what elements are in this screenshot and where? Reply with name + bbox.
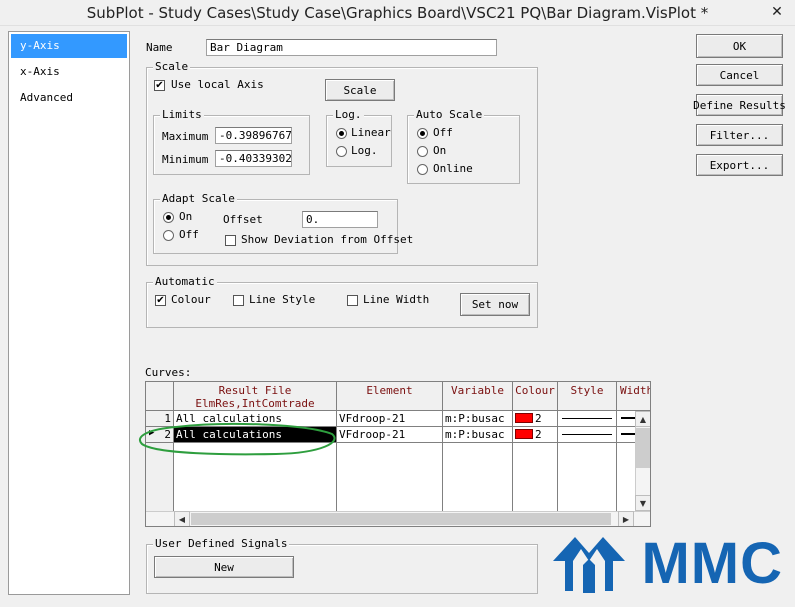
curves-label: Curves: — [145, 366, 192, 379]
name-input[interactable]: Bar Diagram — [206, 39, 497, 56]
table-cell-width[interactable] — [617, 411, 636, 427]
auto-scale-off-label: Off — [433, 126, 453, 139]
close-icon[interactable]: ✕ — [765, 1, 789, 23]
nav-item-x-axis[interactable]: x-Axis — [11, 60, 127, 84]
adapt-scale-group-title: Adapt Scale — [160, 192, 237, 205]
auto-scale-online-radio[interactable] — [417, 164, 428, 175]
minimum-input[interactable]: -0.403393021 — [215, 150, 292, 167]
column-header-width[interactable]: Width — [617, 382, 650, 411]
user-defined-signals-title: User Defined Signals — [153, 537, 290, 550]
export-button[interactable]: Export... — [696, 154, 783, 176]
show-deviation-checkbox[interactable] — [225, 235, 236, 246]
table-cell-variable[interactable]: m:P:busac — [443, 411, 513, 427]
colour-value: 2 — [535, 412, 542, 425]
result-file-header-line2: ElmRes,IntComtrade — [195, 397, 315, 410]
nav-item-advanced[interactable]: Advanced — [11, 86, 127, 110]
log-linear-label: Linear — [351, 126, 391, 139]
table-cell-style[interactable] — [558, 411, 617, 427]
scroll-right-icon[interactable]: ▶ — [618, 511, 634, 526]
table-cell-colour[interactable]: 2 — [513, 427, 558, 443]
table-cell-variable[interactable]: m:P:busac — [443, 427, 513, 443]
log-log-radio[interactable] — [336, 146, 347, 157]
mmc-logo-text: MMC — [641, 531, 783, 596]
column-header-element[interactable]: Element — [337, 382, 443, 411]
vertical-scrollbar-thumb[interactable] — [636, 428, 650, 468]
line-style-preview — [562, 434, 612, 435]
line-style-checkbox[interactable] — [233, 295, 244, 306]
adapt-scale-on-label: On — [179, 210, 193, 223]
log-group: Log. — [326, 108, 392, 167]
maximum-label: Maximum — [162, 130, 209, 143]
offset-label: Offset — [223, 213, 263, 226]
log-log-label: Log. — [351, 144, 378, 157]
column-divider — [616, 443, 617, 511]
table-cell-style[interactable] — [558, 427, 617, 443]
scale-button[interactable]: Scale — [325, 79, 395, 101]
line-width-label: Line Width — [363, 293, 430, 306]
column-header-result-file[interactable]: Result File ElmRes,IntComtrade — [174, 382, 337, 411]
colour-label: Colour — [171, 293, 211, 306]
annotation-ellipse — [139, 422, 336, 456]
log-linear-radio[interactable] — [336, 128, 347, 139]
adapt-scale-off-radio[interactable] — [163, 230, 174, 241]
auto-scale-off-radio[interactable] — [417, 128, 428, 139]
auto-scale-on-label: On — [433, 144, 447, 157]
use-local-axis-checkbox[interactable]: ✔ — [154, 80, 165, 91]
minimum-label: Minimum — [162, 153, 209, 166]
page-navigation: y-Axis x-Axis Advanced — [8, 31, 130, 595]
line-width-preview — [621, 417, 635, 419]
table-cell-element[interactable]: VFdroop-21 — [337, 411, 443, 427]
automatic-group-title: Automatic — [153, 275, 217, 288]
scale-group-title: Scale — [153, 60, 191, 73]
colour-checkbox[interactable]: ✔ — [155, 295, 166, 306]
result-file-header-line1: Result File — [218, 384, 292, 397]
limits-group-title: Limits — [160, 108, 204, 121]
colour-swatch — [515, 429, 533, 439]
column-header-variable[interactable]: Variable — [443, 382, 513, 411]
line-style-label: Line Style — [249, 293, 316, 306]
column-header-style[interactable]: Style — [558, 382, 617, 411]
scroll-left-icon[interactable]: ◀ — [174, 511, 190, 526]
log-group-title: Log. — [333, 108, 364, 121]
scroll-down-icon[interactable]: ▼ — [635, 495, 650, 511]
table-cell-element[interactable]: VFdroop-21 — [337, 427, 443, 443]
colour-swatch — [515, 413, 533, 423]
scroll-up-icon[interactable]: ▲ — [635, 411, 650, 427]
line-style-preview — [562, 418, 612, 419]
offset-input[interactable]: 0. — [302, 211, 378, 228]
auto-scale-online-label: Online — [433, 162, 473, 175]
adapt-scale-on-radio[interactable] — [163, 212, 174, 223]
adapt-scale-off-label: Off — [179, 228, 199, 241]
horizontal-scrollbar-thumb[interactable] — [191, 513, 611, 525]
line-width-preview — [621, 433, 635, 435]
auto-scale-group-title: Auto Scale — [414, 108, 485, 121]
maximum-input[interactable]: -0.398967672 — [215, 127, 292, 144]
show-deviation-label: Show Deviation from Offset — [241, 233, 414, 246]
column-divider — [557, 443, 558, 511]
cancel-button[interactable]: Cancel — [696, 64, 783, 86]
nav-item-y-axis[interactable]: y-Axis — [11, 34, 127, 58]
table-cell-colour[interactable]: 2 — [513, 411, 558, 427]
column-divider — [442, 443, 443, 511]
window-titlebar: SubPlot - Study Cases\Study Case\Graphic… — [0, 0, 795, 26]
set-now-button[interactable]: Set now — [460, 293, 530, 316]
row-header-corner — [146, 382, 174, 411]
ok-button[interactable]: OK — [696, 34, 783, 58]
mmc-logo-icon — [553, 537, 625, 593]
define-results-button[interactable]: Define Results — [693, 94, 786, 116]
column-divider — [512, 443, 513, 511]
table-cell-width[interactable] — [617, 427, 636, 443]
line-width-checkbox[interactable] — [347, 295, 358, 306]
auto-scale-on-radio[interactable] — [417, 146, 428, 157]
new-signal-button[interactable]: New — [154, 556, 294, 578]
column-header-colour[interactable]: Colour — [513, 382, 558, 411]
colour-value: 2 — [535, 428, 542, 441]
filter-button[interactable]: Filter... — [696, 124, 783, 146]
window-title: SubPlot - Study Cases\Study Case\Graphic… — [86, 3, 709, 22]
name-label: Name — [146, 41, 173, 54]
use-local-axis-label: Use local Axis — [171, 78, 264, 91]
